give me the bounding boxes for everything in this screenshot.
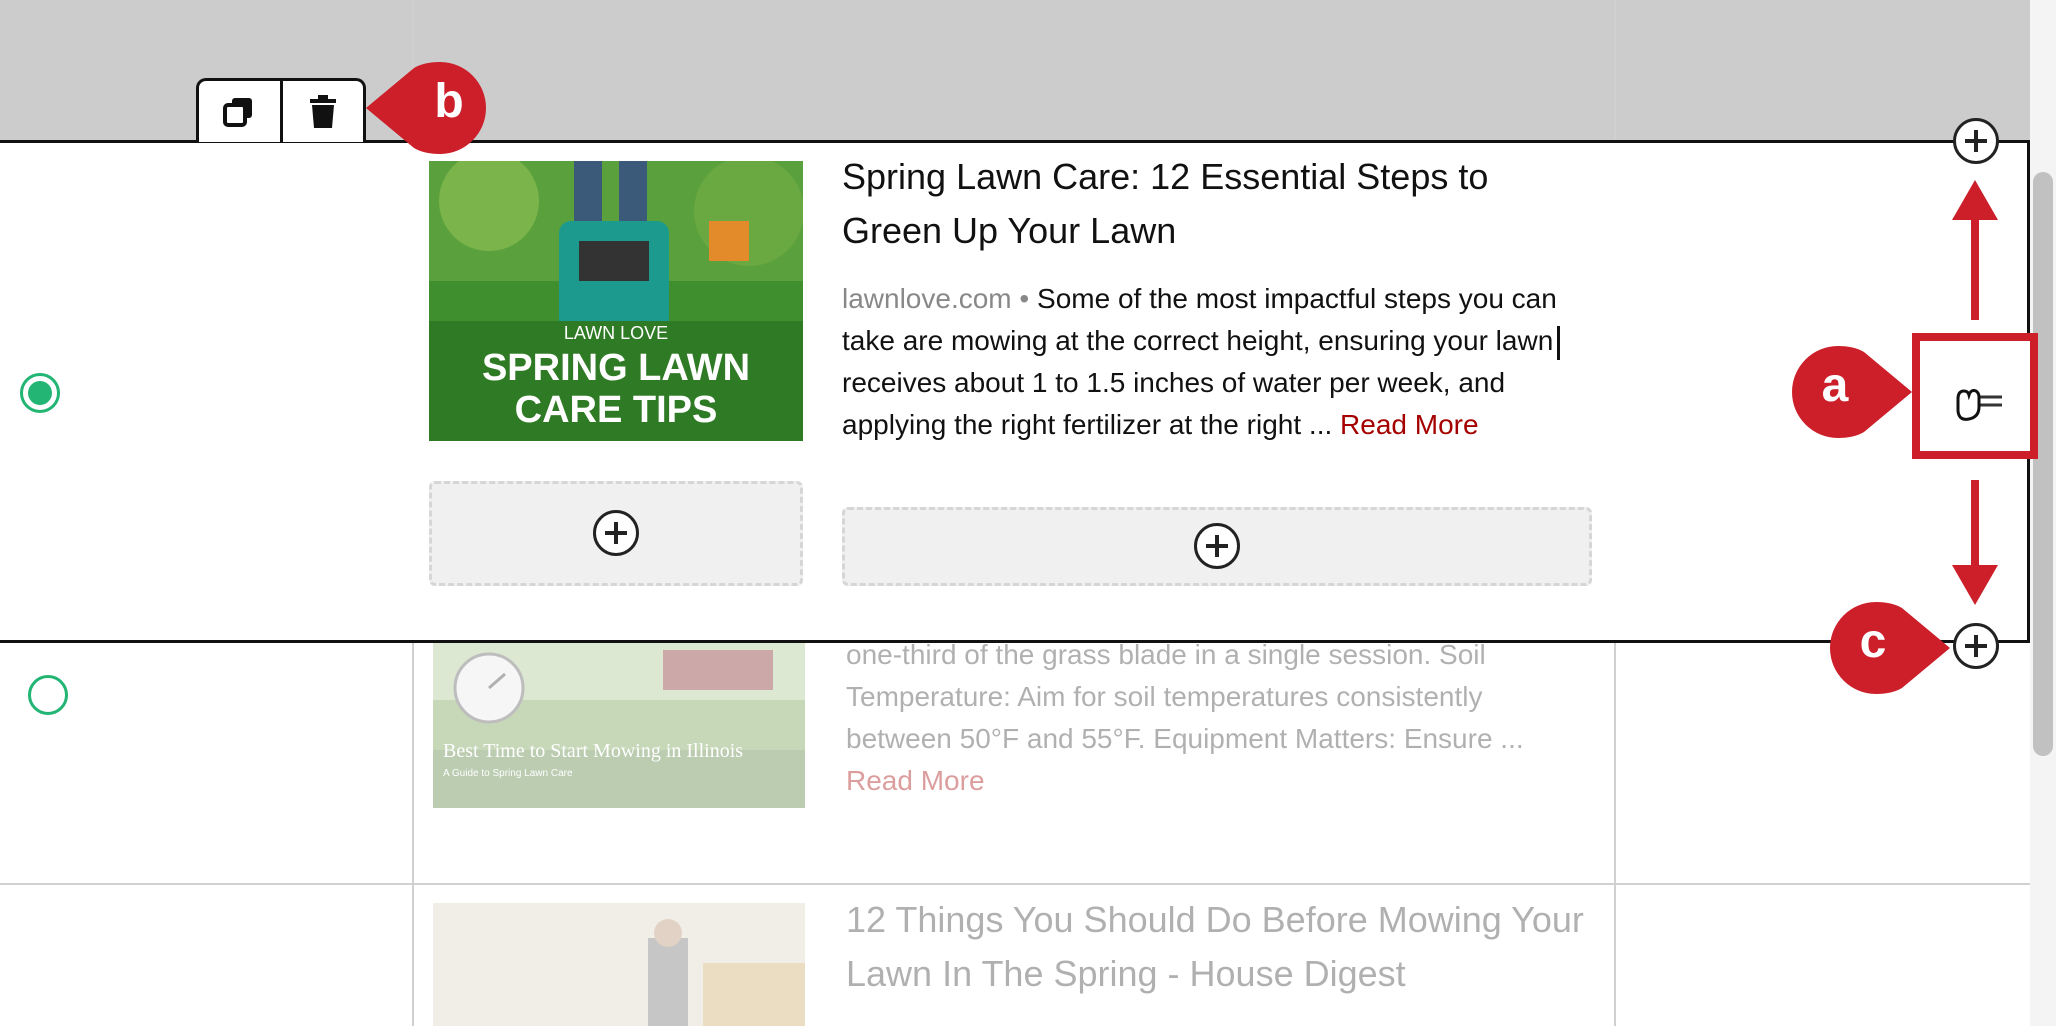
snippet-line: receives about 1 to 1.5 inches of water … xyxy=(842,367,1506,398)
row-3-title-line: 12 Things You Should Do Before Mowing Yo… xyxy=(846,899,1584,940)
active-item-snippet[interactable]: lawnlove.com • Some of the most impactfu… xyxy=(842,278,1572,446)
add-icon[interactable] xyxy=(593,510,639,556)
row-2-snippet: one-third of the grass blade in a single… xyxy=(846,634,1566,802)
source-domain: lawnlove.com xyxy=(842,283,1012,314)
annotation-label-a: a xyxy=(1821,359,1849,412)
row-divider xyxy=(0,883,2030,885)
text-cursor xyxy=(1557,325,1561,360)
add-image-placeholder[interactable] xyxy=(429,481,803,586)
snippet-line: applying the right fertilizer at the rig… xyxy=(842,409,1333,440)
delete-button[interactable] xyxy=(279,81,364,142)
scrollbar-thumb[interactable] xyxy=(2033,172,2053,756)
annotation-arrows xyxy=(1952,180,1998,605)
source-separator: • xyxy=(1011,283,1038,314)
add-content-placeholder[interactable] xyxy=(842,507,1592,586)
title-line: Spring Lawn Care: 12 Essential Steps to xyxy=(842,156,1489,197)
row-select-radio[interactable] xyxy=(28,675,68,715)
row-2-line: Temperature: Aim for soil temperatures c… xyxy=(846,681,1483,712)
row-3-title-line: Lawn In The Spring - House Digest xyxy=(846,953,1406,994)
row-2-line: between 50°F and 55°F. Equipment Matters… xyxy=(846,723,1524,754)
row-2-thumbnail: Best Time to Start Mowing in Illinois A … xyxy=(433,640,805,808)
trash-icon xyxy=(309,94,336,128)
insert-below-button[interactable] xyxy=(1953,623,1999,669)
image-headline-line: SPRING LAWN xyxy=(481,347,751,389)
snippet-line: Some of the most impactful steps you can xyxy=(1037,283,1557,314)
insert-above-button[interactable] xyxy=(1953,118,1999,164)
row-2-image-subtitle: A Guide to Spring Lawn Care xyxy=(443,768,573,779)
image-brand-text: LAWN LOVE xyxy=(563,323,669,343)
annotation-label-b: b xyxy=(434,75,464,128)
duplicate-button[interactable] xyxy=(199,81,280,142)
block-toolbar xyxy=(196,78,366,142)
row-3-title[interactable]: 12 Things You Should Do Before Mowing Yo… xyxy=(846,893,1626,1001)
active-item-title[interactable]: Spring Lawn Care: 12 Essential Steps to … xyxy=(842,150,1542,258)
row-2-read-more-link[interactable]: Read More xyxy=(846,760,1566,802)
annotation-label-c: c xyxy=(1859,615,1887,668)
title-line: Green Up Your Lawn xyxy=(842,210,1177,251)
row-select-radio-selected[interactable] xyxy=(20,373,60,413)
read-more-link[interactable]: Read More xyxy=(1340,409,1479,440)
row-3-thumbnail xyxy=(433,903,805,1026)
active-item-thumbnail: LAWN LOVE SPRING LAWN CARE TIPS xyxy=(429,161,803,441)
image-headline-line: CARE TIPS xyxy=(514,389,718,431)
duplicate-icon xyxy=(223,97,253,127)
snippet-line: take are mowing at the correct height, e… xyxy=(842,325,1554,356)
image-headline: SPRING LAWN CARE TIPS xyxy=(429,347,803,431)
row-2-image-title: Best Time to Start Mowing in Illinois xyxy=(443,740,744,762)
add-icon[interactable] xyxy=(1194,523,1240,569)
